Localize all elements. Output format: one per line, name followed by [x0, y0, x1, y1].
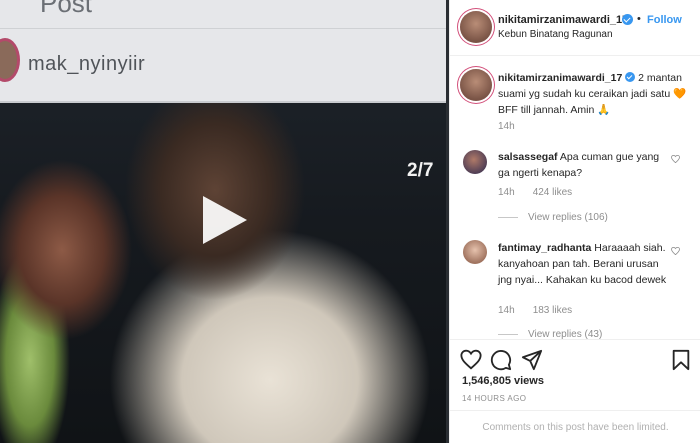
like-icon[interactable]	[460, 349, 482, 371]
play-icon[interactable]	[203, 196, 247, 244]
post-header: nikitamirzanimawardi_17 • Follow Kebun B…	[450, 0, 700, 56]
view-replies-label[interactable]: View replies (106)	[528, 212, 608, 223]
comment-likes[interactable]: 183 likes	[533, 305, 572, 316]
post-caption: nikitamirzanimawardi_17 2 mantan suami y…	[498, 70, 694, 118]
post-panel: nikitamirzanimawardi_17 • Follow Kebun B…	[449, 0, 700, 443]
comment-icon[interactable]	[490, 349, 512, 371]
comment-item: fantimay_radhanta Haraaaah siah. kanyaho…	[498, 240, 668, 288]
verified-badge-icon	[622, 14, 633, 25]
follow-button[interactable]: Follow	[647, 14, 682, 26]
embedded-post-heading: Post	[40, 0, 93, 18]
location-link[interactable]: Kebun Binatang Ragunan	[498, 29, 613, 40]
comment-avatar[interactable]	[463, 150, 487, 174]
post-actions: 1,546,805 views 14 HOURS AGO Comments on…	[450, 339, 700, 443]
comment-meta: 14h 424 likes	[498, 187, 590, 198]
embedded-avatar	[0, 38, 20, 82]
video-player[interactable]: Post mak_nyinyiir 2/7	[0, 0, 449, 443]
comment-username[interactable]: salsassegaf	[498, 151, 558, 163]
comment-meta: 14h 183 likes	[498, 305, 590, 316]
comment-likes[interactable]: 424 likes	[533, 187, 572, 198]
comment-username[interactable]: fantimay_radhanta	[498, 242, 591, 254]
post-timestamp[interactable]: 14 HOURS AGO	[462, 394, 526, 403]
caption-verified-icon	[625, 72, 636, 82]
author-avatar[interactable]	[460, 11, 492, 43]
like-comment-icon[interactable]	[671, 247, 680, 255]
caption-time[interactable]: 14h	[498, 121, 515, 132]
replies-line	[498, 216, 518, 218]
share-icon[interactable]	[521, 349, 543, 371]
comment-item: salsassegaf Apa cuman gue yang ga ngerti…	[498, 149, 668, 181]
save-icon[interactable]	[670, 349, 692, 371]
comments-limited-notice: Comments on this post have been limited.	[450, 410, 700, 444]
replies-line	[498, 333, 518, 335]
comment-avatar[interactable]	[463, 240, 487, 264]
caption-avatar[interactable]	[460, 69, 492, 101]
comment-time[interactable]: 14h	[498, 305, 515, 316]
embedded-divider	[0, 28, 449, 29]
embedded-post-header: Post mak_nyinyiir	[0, 0, 449, 103]
author-username[interactable]: nikitamirzanimawardi_17	[498, 14, 628, 26]
like-comment-icon[interactable]	[671, 155, 680, 163]
view-count[interactable]: 1,546,805 views	[462, 375, 544, 387]
view-replies-button[interactable]: View replies (106)	[498, 212, 608, 223]
caption-username[interactable]: nikitamirzanimawardi_17	[498, 72, 622, 84]
comment-time[interactable]: 14h	[498, 187, 515, 198]
embedded-username: mak_nyinyiir	[28, 53, 146, 75]
header-separator: •	[637, 13, 641, 25]
slide-counter: 2/7	[407, 160, 434, 181]
